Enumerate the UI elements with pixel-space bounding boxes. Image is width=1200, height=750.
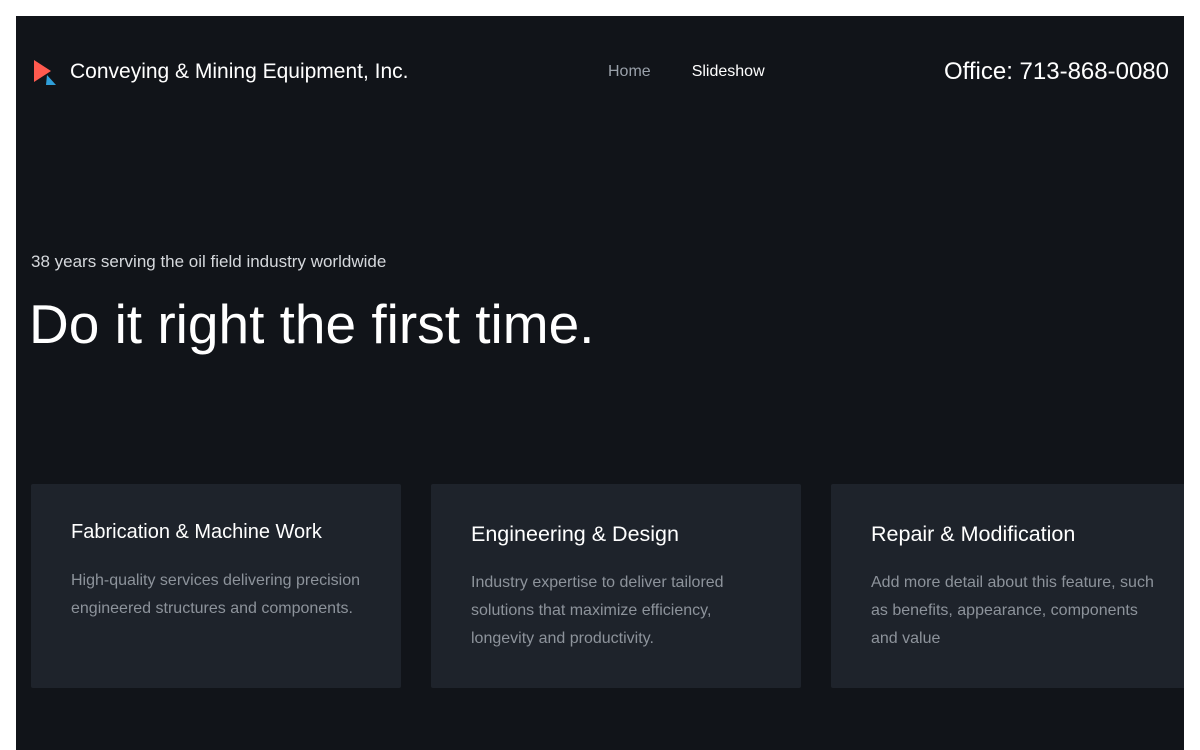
page: Conveying & Mining Equipment, Inc. Home … — [16, 16, 1184, 750]
feature-card-text: Industry expertise to deliver tailored s… — [471, 574, 724, 647]
brand-name: Conveying & Mining Equipment, Inc. — [70, 60, 409, 83]
feature-card-repair: Repair & Modification Add more detail ab… — [831, 484, 1184, 688]
feature-card-text: Add more detail about this feature, such… — [871, 574, 1154, 647]
feature-card-text: High-quality services delivering precisi… — [71, 572, 361, 617]
nav-home-link[interactable]: Home — [608, 62, 651, 82]
play-triangle-logo-icon — [34, 60, 56, 85]
feature-card-fabrication: Fabrication & Machine Work High-quality … — [31, 484, 401, 688]
feature-card-title: Fabrication & Machine Work — [71, 521, 322, 543]
feature-cards: Fabrication & Machine Work High-quality … — [31, 484, 1184, 688]
main-nav: Home Slideshow — [608, 62, 765, 82]
hero-section: 38 years serving the oil field industry … — [29, 250, 595, 356]
hero-subtitle: 38 years serving the oil field industry … — [31, 252, 387, 271]
hero-title: Do it right the first time. — [29, 293, 595, 355]
office-phone: Office: 713-868-0080 — [943, 58, 1169, 85]
feature-card-title: Repair & Modification — [871, 522, 1076, 546]
nav-slideshow-link[interactable]: Slideshow — [692, 62, 765, 82]
feature-card-engineering: Engineering & Design Industry expertise … — [431, 484, 801, 688]
feature-card-title: Engineering & Design — [471, 522, 679, 546]
site-header: Conveying & Mining Equipment, Inc. Home … — [16, 16, 1184, 126]
brand-link[interactable]: Conveying & Mining Equipment, Inc. — [33, 58, 409, 86]
